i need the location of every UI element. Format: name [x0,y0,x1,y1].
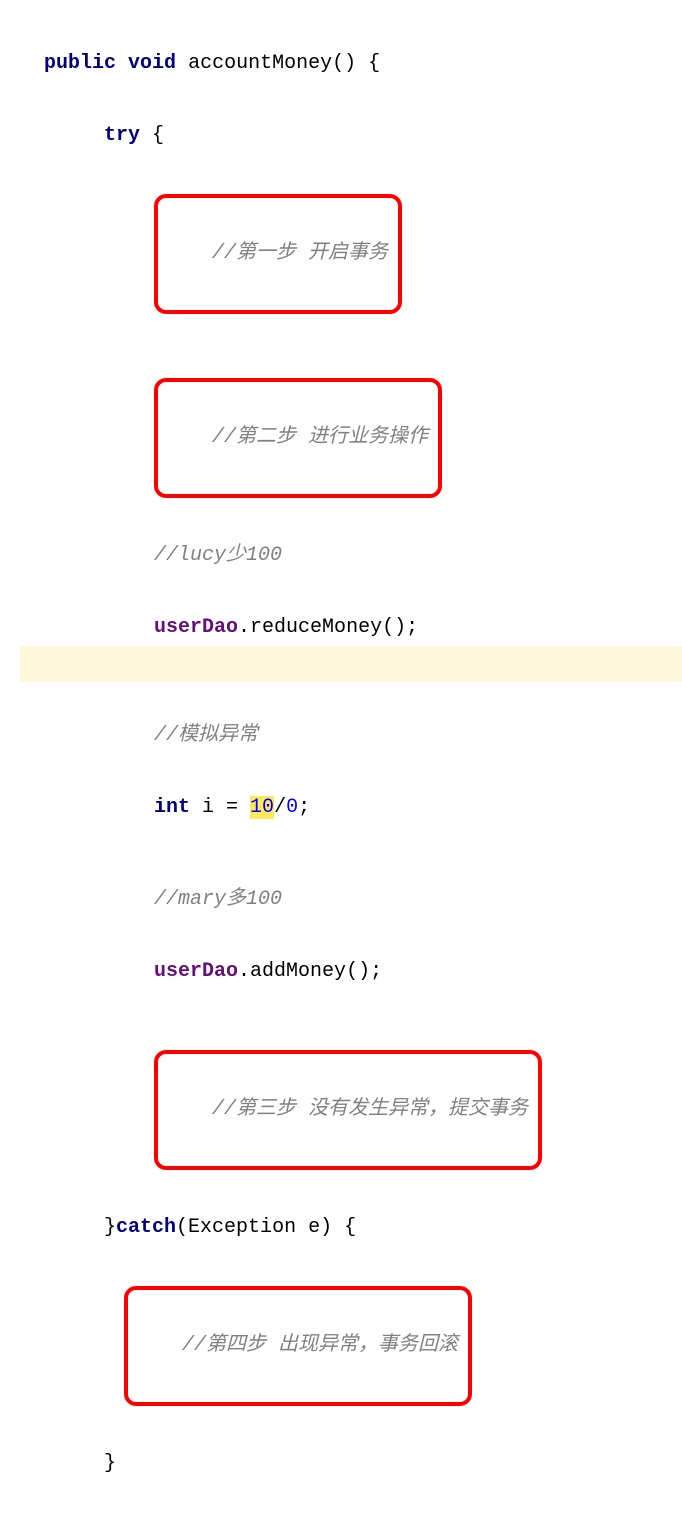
comment-step3: //第三步 没有发生异常，提交事务 [212,1098,528,1121]
code-line-add-money: userDao.addMoney(); [20,918,682,990]
call-end-2: (); [346,960,382,983]
red-box-step2: //第二步 进行业务操作 [154,378,442,498]
keyword-catch: catch [116,1216,176,1239]
method-reduce: reduceMoney [250,616,382,639]
var-assign: i = [190,796,250,819]
parens: () [332,52,356,75]
keyword-public: public [44,52,116,75]
blank-line-2 [20,826,682,846]
close-brace-try: } [104,1216,116,1239]
highlighted-comment-wrapper-4: //第四步 出现异常，事务回滚 [20,1246,682,1410]
number-ten: 10 [250,796,274,819]
blank-line [20,318,682,338]
red-box-step1: //第一步 开启事务 [154,194,402,314]
obj-userdao-2: userDao [154,960,238,983]
red-box-step3: //第三步 没有发生异常，提交事务 [154,1050,542,1170]
highlighted-comment-wrapper-1: //第一步 开启事务 [20,154,682,318]
blank-line-3 [20,990,682,1010]
obj-userdao: userDao [154,616,238,639]
code-line-int-division: int i = 10/0; [20,754,682,826]
call-end: (); [382,616,418,639]
comment-step2: //第二步 进行业务操作 [212,426,428,449]
code-line-close-method: } [20,1482,682,1518]
method-name: accountMoney [176,52,332,75]
catch-params: (Exception e) { [176,1216,356,1239]
code-line-reduce-money: userDao.reduceMoney(); [20,574,682,646]
comment-mock-exception: //模拟异常 [154,724,258,747]
comment-step4: //第四步 出现异常，事务回滚 [182,1334,458,1357]
method-add: addMoney [250,960,346,983]
try-brace: { [140,124,164,147]
semicolon: ; [298,796,310,819]
number-zero: 0 [286,796,298,819]
code-line-comment-mock: //模拟异常 [20,682,682,754]
highlighted-blank-line [20,646,682,682]
dot-2: . [238,960,250,983]
comment-step1: //第一步 开启事务 [212,242,388,265]
dot: . [238,616,250,639]
brace: { [356,52,380,75]
highlighted-comment-wrapper-2: //第二步 进行业务操作 [20,338,682,502]
keyword-void: void [128,52,176,75]
keyword-int: int [154,796,190,819]
comment-mary: //mary多100 [154,888,282,911]
code-line-close-catch: } [20,1410,682,1482]
divide-op: / [274,796,286,819]
comment-lucy: //lucy少100 [154,544,282,567]
red-box-step4: //第四步 出现异常，事务回滚 [124,1286,472,1406]
code-line-comment-lucy: //lucy少100 [20,502,682,574]
code-line-catch: }catch(Exception e) { [20,1174,682,1246]
code-line-method-signature: public void accountMoney() { [20,10,682,82]
code-line-comment-mary: //mary多100 [20,846,682,918]
keyword-try: try [104,124,140,147]
highlighted-comment-wrapper-3: //第三步 没有发生异常，提交事务 [20,1010,682,1174]
close-brace-catch: } [104,1452,116,1475]
code-line-try: try { [20,82,682,154]
